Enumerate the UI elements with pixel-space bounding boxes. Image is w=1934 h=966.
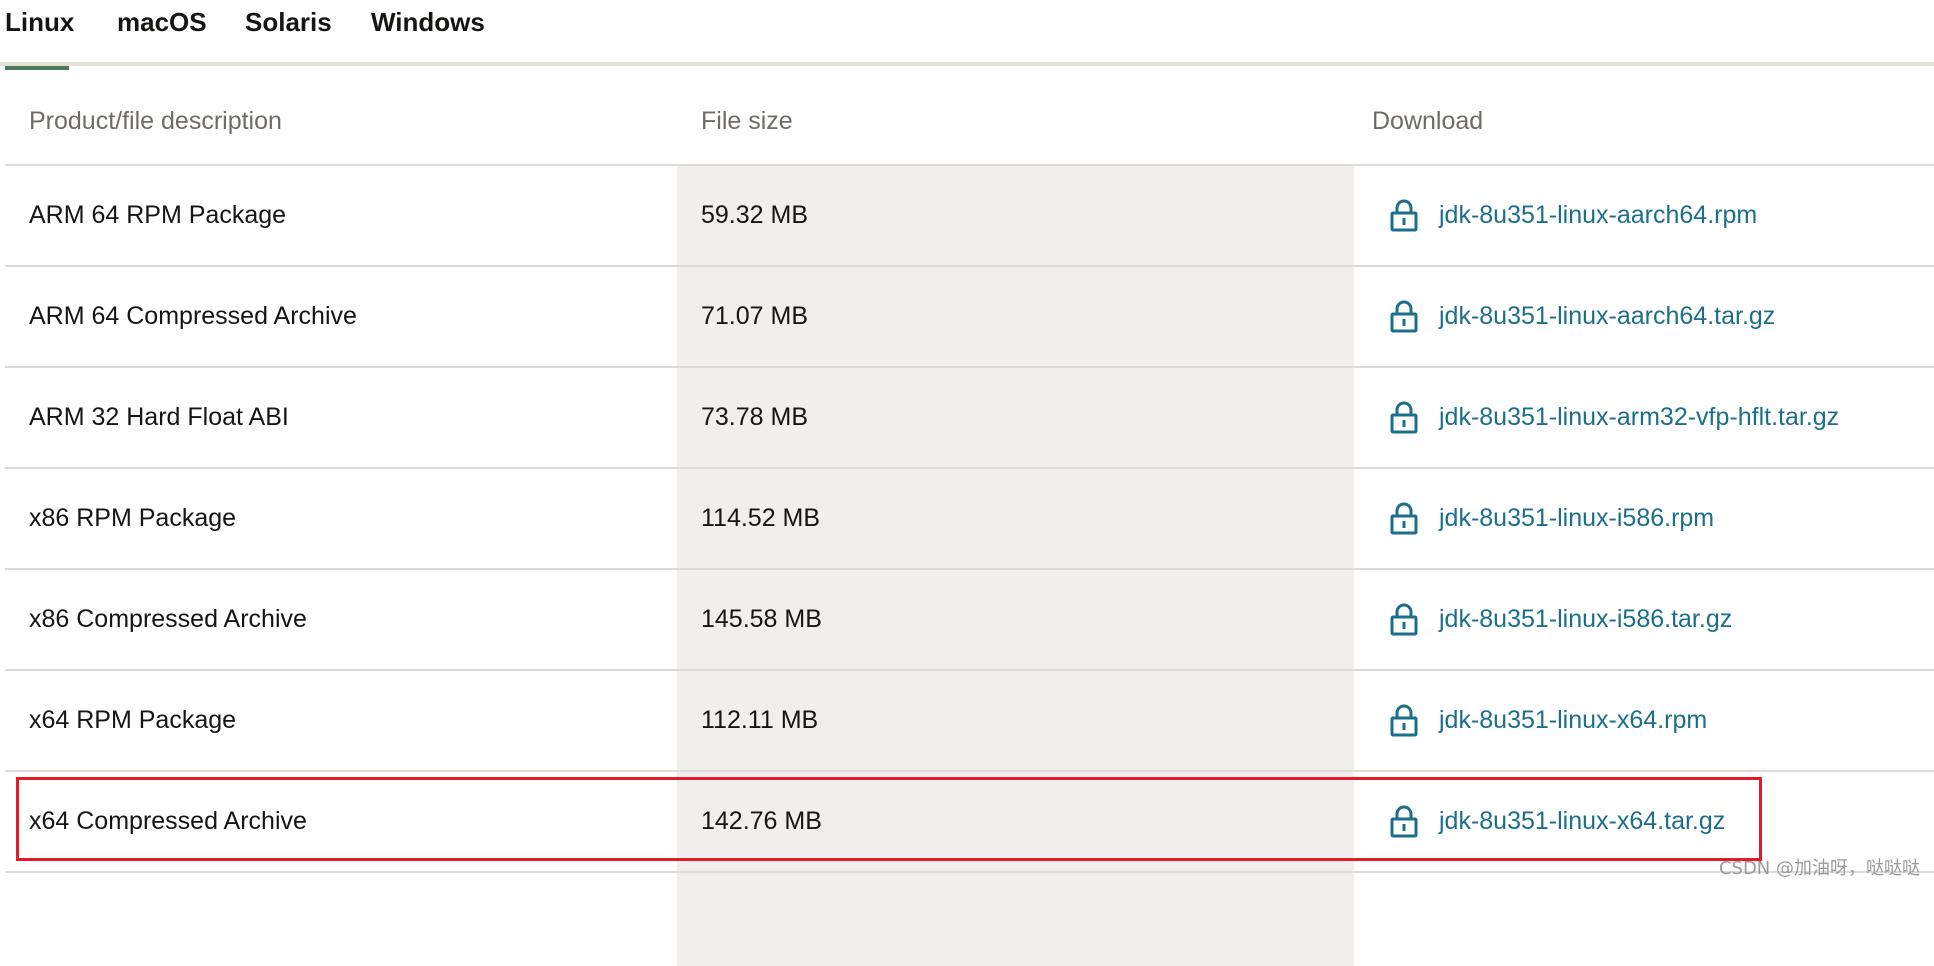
row-description: x86 Compressed Archive <box>29 605 307 633</box>
row-download: jdk-8u351-linux-i586.tar.gz <box>1389 570 1732 668</box>
lock-icon <box>1390 603 1418 636</box>
row-description: x64 Compressed Archive <box>29 807 307 835</box>
table-row: ARM 64 RPM Package 59.32 MB jdk-8u351-li… <box>5 166 1934 267</box>
row-description: ARM 32 Hard Float ABI <box>29 403 289 431</box>
tab-windows[interactable]: Windows <box>371 0 485 66</box>
row-file-size: 59.32 MB <box>701 201 809 229</box>
row-description: ARM 64 Compressed Archive <box>29 302 357 330</box>
table-row: x64 Compressed Archive 142.76 MB jdk-8u3… <box>5 772 1934 873</box>
watermark: CSDN @加油呀，哒哒哒 <box>1718 858 1920 879</box>
download-link[interactable]: jdk-8u351-linux-x64.rpm <box>1439 671 1707 769</box>
table-header: Product/file description File size Downl… <box>5 80 1934 166</box>
row-description: ARM 64 RPM Package <box>29 201 287 229</box>
lock-icon <box>1390 704 1418 737</box>
row-description: x64 RPM Package <box>29 706 237 734</box>
lock-icon <box>1390 401 1418 434</box>
table-row: x64 RPM Package 112.11 MB jdk-8u351-linu… <box>5 671 1934 772</box>
row-file-size: 145.58 MB <box>701 605 822 633</box>
table-row: ARM 32 Hard Float ABI 73.78 MB jdk-8u351… <box>5 368 1934 469</box>
header-download: Download <box>1372 107 1484 135</box>
header-file-size: File size <box>701 107 793 135</box>
platform-tabs: Linux macOS Solaris Windows <box>0 0 1934 70</box>
tab-linux[interactable]: Linux <box>5 0 74 70</box>
lock-icon <box>1390 805 1418 838</box>
row-file-size: 142.76 MB <box>701 807 822 835</box>
header-description: Product/file description <box>29 107 282 135</box>
download-link[interactable]: jdk-8u351-linux-aarch64.tar.gz <box>1439 267 1775 365</box>
row-description: x86 RPM Package <box>29 504 237 532</box>
row-download: jdk-8u351-linux-x64.tar.gz <box>1389 772 1725 870</box>
download-link[interactable]: jdk-8u351-linux-i586.tar.gz <box>1439 570 1732 668</box>
lock-icon <box>1390 300 1418 333</box>
row-file-size: 73.78 MB <box>701 403 809 431</box>
row-file-size: 71.07 MB <box>701 302 809 330</box>
table-row: x86 RPM Package 114.52 MB jdk-8u351-linu… <box>5 469 1934 570</box>
lock-icon <box>1390 199 1418 232</box>
tab-solaris[interactable]: Solaris <box>245 0 332 66</box>
row-file-size: 114.52 MB <box>701 504 821 532</box>
lock-icon <box>1390 502 1418 535</box>
row-download: jdk-8u351-linux-arm32-vfp-hflt.tar.gz <box>1389 368 1839 466</box>
row-download: jdk-8u351-linux-aarch64.tar.gz <box>1389 267 1775 365</box>
download-link[interactable]: jdk-8u351-linux-aarch64.rpm <box>1439 166 1757 264</box>
row-download: jdk-8u351-linux-x64.rpm <box>1389 671 1707 769</box>
download-link[interactable]: jdk-8u351-linux-i586.rpm <box>1439 469 1714 567</box>
download-link[interactable]: jdk-8u351-linux-arm32-vfp-hflt.tar.gz <box>1439 368 1839 466</box>
table-row: ARM 64 Compressed Archive 71.07 MB jdk-8… <box>5 267 1934 368</box>
row-download: jdk-8u351-linux-aarch64.rpm <box>1389 166 1757 264</box>
tab-macos[interactable]: macOS <box>117 0 207 66</box>
table-row: x86 Compressed Archive 145.58 MB jdk-8u3… <box>5 570 1934 671</box>
row-file-size: 112.11 MB <box>701 706 819 734</box>
row-download: jdk-8u351-linux-i586.rpm <box>1389 469 1714 567</box>
download-link[interactable]: jdk-8u351-linux-x64.tar.gz <box>1439 772 1725 870</box>
